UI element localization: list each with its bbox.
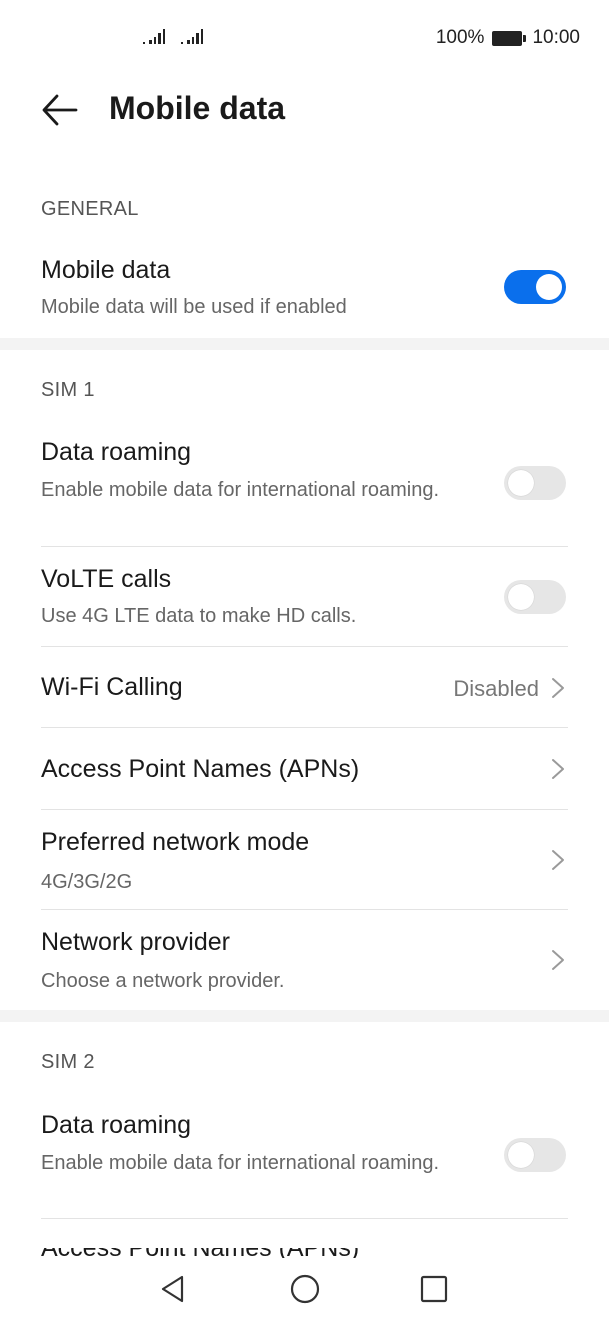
arrow-left-icon (42, 94, 78, 126)
status-bar: 100% 10:00 (0, 0, 609, 78)
signal-icon (143, 28, 165, 44)
sim1-apn-row[interactable]: Access Point Names (APNs) (0, 728, 609, 809)
nav-bar (0, 1258, 609, 1320)
page-title: Mobile data (109, 90, 286, 126)
sim1-volte-toggle[interactable] (504, 580, 566, 614)
chevron-right-icon (552, 950, 564, 970)
sim2-data-roaming-row[interactable]: Data roaming Enable mobile data for inte… (0, 1103, 609, 1217)
mobile-data-title: Mobile data (41, 256, 171, 284)
chevron-right-icon (552, 759, 564, 779)
back-triangle-icon (161, 1275, 184, 1303)
signal-icon (181, 28, 203, 44)
section-separator (0, 1010, 609, 1022)
recents-square-icon (420, 1275, 448, 1303)
sim2-data-roaming-title: Data roaming (41, 1111, 192, 1139)
battery-icon (492, 30, 527, 46)
sim2-apn-row-partial[interactable]: Access Point Names (APNs) (0, 1248, 609, 1258)
sim1-data-roaming-row[interactable]: Data roaming Enable mobile data for inte… (0, 430, 609, 544)
mobile-data-row[interactable]: Mobile data Mobile data will be used if … (0, 248, 609, 336)
sim1-wifi-calling-title: Wi-Fi Calling (41, 673, 183, 701)
section-label-sim2: SIM 2 (41, 1051, 95, 1073)
sim1-network-mode-title: Preferred network mode (41, 828, 310, 856)
sim1-data-roaming-toggle[interactable] (504, 466, 566, 500)
app-bar: Mobile data (0, 78, 609, 142)
sim1-network-provider-row[interactable]: Network provider Choose a network provid… (0, 910, 609, 1008)
sim1-network-provider-subtitle: Choose a network provider. (41, 970, 285, 992)
sim1-apn-title: Access Point Names (APNs) (41, 755, 360, 783)
sim1-volte-row[interactable]: VoLTE calls Use 4G LTE data to make HD c… (0, 547, 609, 645)
back-button[interactable] (40, 92, 80, 128)
sim1-network-provider-title: Network provider (41, 928, 230, 956)
sim1-network-mode-row[interactable]: Preferred network mode 4G/3G/2G (0, 810, 609, 909)
section-separator (0, 338, 609, 350)
section-label-general: GENERAL (41, 198, 139, 220)
sim1-data-roaming-title: Data roaming (41, 438, 192, 466)
nav-back-button[interactable] (157, 1272, 191, 1306)
sim2-data-roaming-toggle[interactable] (504, 1138, 566, 1172)
nav-home-button[interactable] (288, 1272, 322, 1306)
battery-percent: 100% (435, 27, 485, 48)
sim1-data-roaming-subtitle: Enable mobile data for international roa… (41, 479, 440, 501)
sim1-wifi-calling-row[interactable]: Wi-Fi Calling Disabled (0, 647, 609, 727)
status-right: 100% 10:00 (436, 27, 580, 49)
divider (41, 1218, 568, 1219)
sim2-apn-title: Access Point Names (APNs) (41, 1248, 359, 1258)
sim2-data-roaming-subtitle: Enable mobile data for international roa… (41, 1152, 440, 1174)
sim1-volte-subtitle: Use 4G LTE data to make HD calls. (41, 605, 357, 627)
mobile-data-toggle[interactable] (504, 270, 566, 304)
section-label-sim1: SIM 1 (41, 379, 95, 401)
sim1-volte-title: VoLTE calls (41, 565, 172, 593)
sim1-network-mode-subtitle: 4G/3G/2G (41, 871, 133, 893)
nav-recents-button[interactable] (417, 1272, 451, 1306)
chevron-right-icon (552, 850, 564, 870)
home-circle-icon (290, 1274, 320, 1304)
chevron-right-icon (552, 678, 564, 698)
sim1-wifi-calling-value: Disabled (453, 676, 539, 701)
mobile-data-subtitle: Mobile data will be used if enabled (41, 296, 347, 318)
clock: 10:00 (532, 27, 580, 48)
